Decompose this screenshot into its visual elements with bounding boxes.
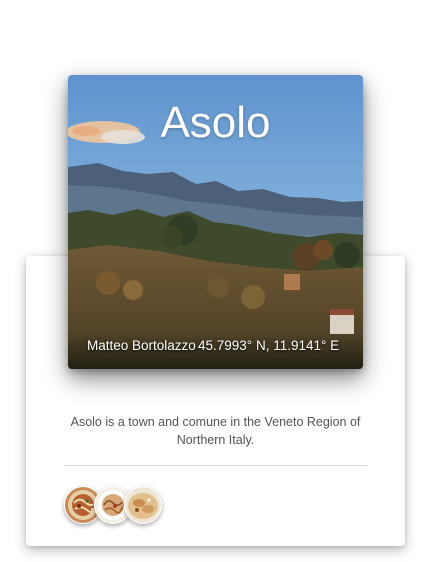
photo-credit: Matteo Bortolazzo <box>87 338 196 353</box>
divider <box>64 465 367 466</box>
food-thumbnail-3[interactable] <box>124 486 162 524</box>
place-title: Asolo <box>160 98 271 147</box>
place-photo-card: Asolo Matteo Bortolazzo 45.7993° N, 11.9… <box>68 75 363 369</box>
coordinates: 45.7993° N, 11.9141° E <box>198 338 340 353</box>
thumbnail-row <box>64 486 184 524</box>
place-description: Asolo is a town and comune in the Veneto… <box>70 415 361 447</box>
photo-caption: Matteo Bortolazzo 45.7993° N, 11.9141° E <box>68 336 363 356</box>
